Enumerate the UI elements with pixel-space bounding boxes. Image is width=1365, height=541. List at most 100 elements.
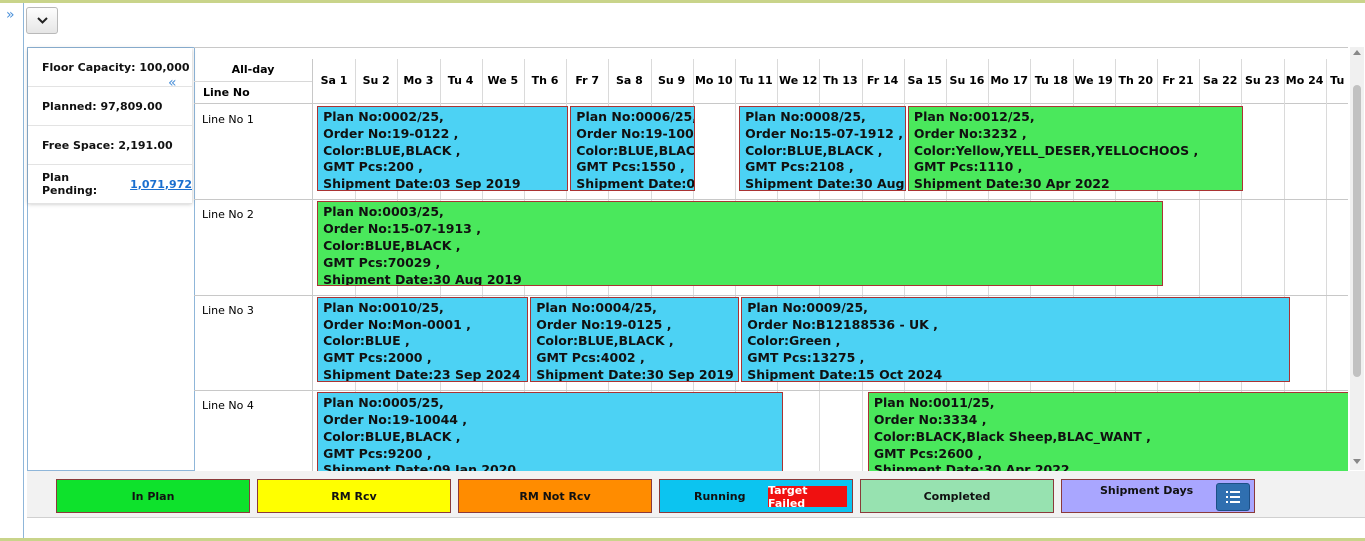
line-label: Line No 4 <box>202 399 254 413</box>
day-header: Sa 22 <box>1202 74 1238 87</box>
plan-pending-label: Plan Pending: <box>42 171 98 197</box>
legend-shipment-days-label: Shipment Days <box>1100 484 1194 497</box>
plan-field: Color:BLUE,BLACK , <box>323 237 461 253</box>
plan-field: GMT Pcs:1110 , <box>913 159 1023 175</box>
left-collapsed-panel[interactable]: » <box>0 3 24 538</box>
production-schedule: All-day Line No Sa 1 Su 2 Mo 3 Tu 4 We 5 Th 6… <box>194 47 1348 471</box>
plan-field: Color:Green , <box>747 333 841 349</box>
plan-field: GMT Pcs:2000 , <box>323 350 432 366</box>
day-header: Th 13 <box>823 74 858 87</box>
plan-field: Plan No:0009/25, <box>747 299 868 315</box>
plan-field: GMT Pcs:200 , <box>323 159 423 175</box>
plan-field: Shipment Date:30 Apr 2022 <box>873 462 1070 471</box>
line-separator <box>312 294 313 391</box>
line-no-header: Line No <box>203 86 250 99</box>
plan-pending-link[interactable]: 1,071,972 <box>130 178 192 191</box>
plan-field: Shipment Date:30 Apr 2022 <box>913 176 1110 191</box>
plan-field: GMT Pcs:70029 , <box>323 254 441 270</box>
plan-block[interactable]: Plan No:0012/25, Order No:3232 , Color:Yel… <box>907 106 1244 191</box>
day-header: We 19 <box>1074 74 1113 87</box>
capacity-panel: Floor Capacity: 100,000 Planned: 97,809.… <box>27 47 195 471</box>
line-label: Line No 3 <box>202 303 254 317</box>
day-header: We 5 <box>487 74 519 87</box>
plan-block[interactable]: Plan No:0011/25, Order No:3334 , Color:BLA… <box>867 392 1348 471</box>
capacity-summary-card: Floor Capacity: 100,000 Planned: 97,809.… <box>28 48 192 204</box>
plan-field: Order No:15-07-1913 , <box>323 221 481 237</box>
day-header: Sa 15 <box>907 74 943 87</box>
top-border <box>0 0 1365 3</box>
day-header: Sa 8 <box>615 74 643 87</box>
plan-field: Order No:19-10044 , <box>323 411 468 427</box>
plan-field: Shipment Date:30 Aug 20 <box>745 176 905 191</box>
legend-running-label: Running <box>694 489 746 503</box>
legend-shipment-days[interactable]: Shipment Days <box>1061 479 1255 513</box>
plan-field: GMT Pcs:2108 , <box>745 159 854 175</box>
legend-completed[interactable]: Completed <box>860 479 1054 513</box>
vertical-scrollbar[interactable] <box>1350 47 1364 470</box>
day-header: Fr 7 <box>575 74 600 87</box>
view-dropdown-button[interactable] <box>26 7 58 34</box>
plan-field: GMT Pcs:9200 , <box>323 445 432 461</box>
plan-block[interactable]: Plan No:0010/25, Order No:Mon-0001 , Color… <box>317 296 529 382</box>
plan-block[interactable]: Plan No:0003/25, Order No:15-07-1913 , Col… <box>317 201 1164 287</box>
plan-field: Color:BLUE,BLACK , <box>536 333 674 349</box>
plan-block[interactable]: Plan No:0005/25, Order No:19-10044 , Color… <box>317 392 784 471</box>
scrollbar-thumb[interactable] <box>1353 85 1361 377</box>
plan-field: Shipment Date:03 Sep 2019 <box>323 176 521 191</box>
plan-field: Order No:19-1002 <box>576 125 695 141</box>
plan-field: GMT Pcs:13275 , <box>747 350 865 366</box>
line-label: Line No 1 <box>202 113 254 126</box>
legend-rm-not-rcv[interactable]: RM Not Rcv <box>458 479 652 513</box>
free-space: Free Space: 2,191.00 <box>28 126 192 165</box>
scroll-up-icon[interactable] <box>1353 50 1361 55</box>
plan-field: Shipment Date:15 Oct 2024 <box>747 366 943 382</box>
line-separator <box>312 390 313 471</box>
plan-field: Plan No:0003/25, <box>323 204 444 220</box>
scroll-down-icon[interactable] <box>1353 459 1361 464</box>
plan-field: Shipment Date:23 Sep 2024 <box>323 366 521 382</box>
plan-field: Plan No:0002/25, <box>323 109 444 124</box>
plan-field: Shipment Date:02 <box>576 176 695 191</box>
day-header: Tu 18 <box>1034 74 1069 87</box>
day-header: Su 16 <box>949 74 985 87</box>
legend-in-plan[interactable]: In Plan <box>56 479 250 513</box>
day-header: Fr 14 <box>866 74 899 87</box>
all-day-header: All-day <box>194 59 312 82</box>
plan-field: Color:Yellow,YELL_DESER,YELLOCHOOS , <box>913 142 1199 158</box>
plan-field: Color:BLACK,Black Sheep,BLAC_WANT , <box>873 428 1151 444</box>
plan-block[interactable]: Plan No:0006/25, Order No:19-1002 Color:BL… <box>570 106 695 191</box>
plan-field: Order No:19-0122 , <box>323 125 459 141</box>
shipment-list-button[interactable] <box>1216 483 1250 511</box>
double-chevron-left-icon[interactable]: « <box>168 75 177 91</box>
bottom-divider <box>27 517 1365 518</box>
plan-block[interactable]: Plan No:0004/25, Order No:19-0125 , Color:… <box>530 296 740 382</box>
plan-block[interactable]: Plan No:0009/25, Order No:B12188536 - UK … <box>741 296 1290 382</box>
plan-field: Color:BLUE,BLACK , <box>323 428 461 444</box>
plan-pending: Plan Pending: 1,071,972 <box>28 165 192 204</box>
list-icon <box>1226 491 1240 503</box>
day-header: Th 6 <box>531 74 559 87</box>
plan-field: Plan No:0005/25, <box>323 395 444 411</box>
line-separator <box>312 104 313 200</box>
day-header: Mo 10 <box>694 74 733 87</box>
plan-field: Plan No:0012/25, <box>913 109 1035 124</box>
plan-field: Order No:3232 , <box>913 125 1027 141</box>
legend-target-failed[interactable]: Target Failed <box>768 484 847 510</box>
day-header: Mo 3 <box>403 74 434 87</box>
legend-running[interactable]: Running Target Failed <box>659 479 853 513</box>
plan-field: Plan No:0008/25, <box>745 109 866 124</box>
day-header: Su 2 <box>362 74 390 87</box>
plan-field: Plan No:0010/25, <box>323 299 444 315</box>
planned-text: Planned: 97,809.00 <box>42 99 163 113</box>
plan-block[interactable]: Plan No:0002/25, Order No:19-0122 , Color:… <box>317 106 569 191</box>
double-chevron-right-icon[interactable]: » <box>6 8 15 22</box>
day-header: Tu 4 <box>447 74 474 87</box>
plan-field: Plan No:0004/25, <box>536 299 657 315</box>
legend-rm-rcv[interactable]: RM Rcv <box>257 479 451 513</box>
legend-in-plan-label: In Plan <box>131 489 175 503</box>
legend-rm-not-rcv-label: RM Not Rcv <box>519 489 591 503</box>
day-header: Tu 25 <box>1330 74 1348 87</box>
status-legend: In Plan RM Rcv RM Not Rcv Running Target… <box>27 471 1365 517</box>
day-header: Fr 21 <box>1162 74 1194 87</box>
plan-block[interactable]: Plan No:0008/25, Order No:15-07-1912 , Col… <box>739 106 906 191</box>
